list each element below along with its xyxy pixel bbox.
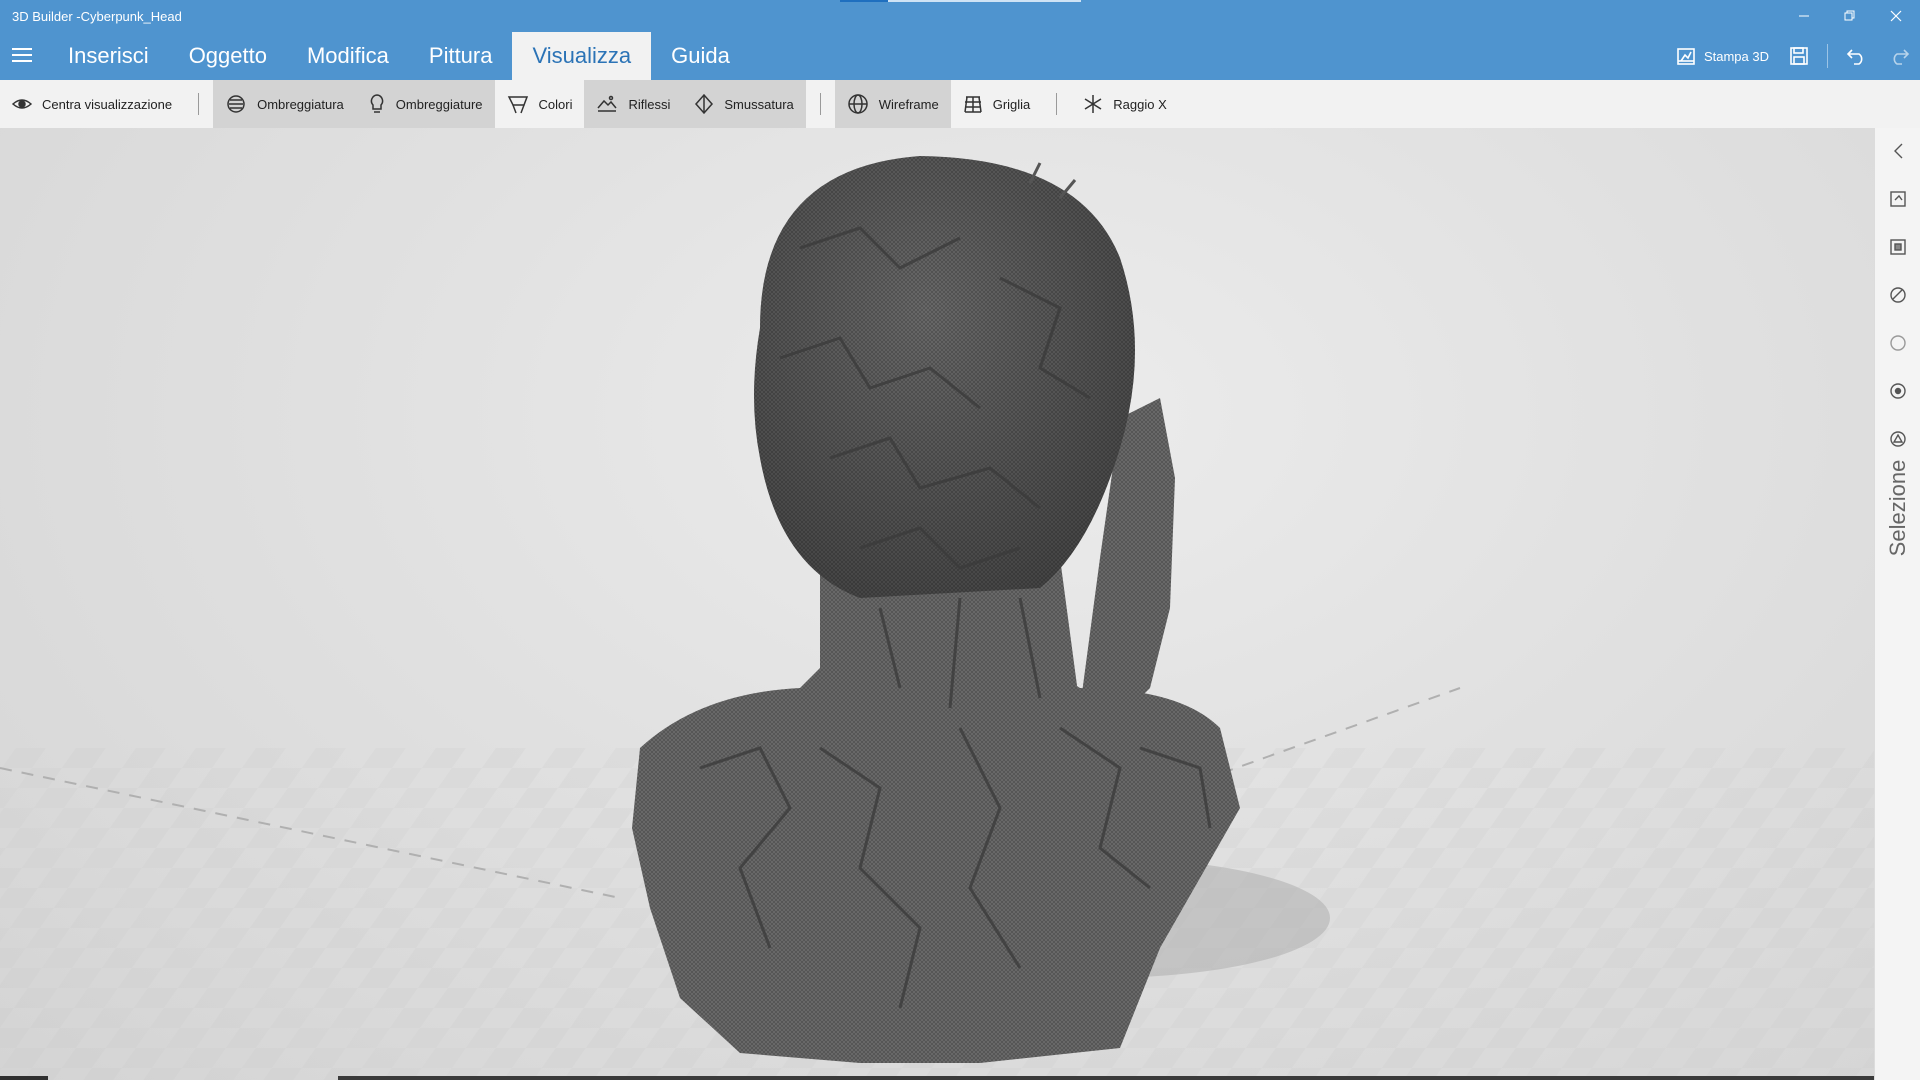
3d-viewport[interactable] <box>0 128 1874 1080</box>
restore-button[interactable] <box>1832 4 1868 28</box>
selection-panel: Selezione <box>1874 128 1920 1080</box>
shading-toggle[interactable]: Ombreggiatura <box>213 80 356 128</box>
selection-label: Selezione <box>1885 459 1910 557</box>
select-mesh-icon[interactable] <box>1887 380 1909 402</box>
undo-icon <box>1846 49 1863 65</box>
print-3d-label: Stampa 3D <box>1703 48 1769 64</box>
paint-bucket-icon <box>507 96 528 114</box>
window-title: 3D Builder -Cyberpunk_Head <box>12 9 182 24</box>
grid-label: Griglia <box>992 96 1031 112</box>
toolbar-divider <box>1056 93 1058 115</box>
reflections-toggle[interactable]: Riflessi <box>584 80 683 128</box>
reflections-icon <box>597 95 618 112</box>
tab-pittura[interactable]: Pittura <box>409 32 513 80</box>
save-button[interactable] <box>1779 32 1819 80</box>
tab-visualizza[interactable]: Visualizza <box>512 32 652 80</box>
toolbar-divider <box>1827 44 1828 68</box>
loading-indicator-track <box>888 0 1081 2</box>
center-view-label: Centra visualizzazione <box>42 96 173 112</box>
lightbulb-icon <box>370 94 384 113</box>
shading-icon <box>227 95 245 113</box>
ribbon-tabs: Inserisci Oggetto Modifica Pittura Visua… <box>48 32 750 80</box>
print-3d-icon <box>1677 48 1695 65</box>
globe-icon <box>848 94 868 114</box>
grid-icon <box>963 96 982 113</box>
smoothing-toggle[interactable]: Smussatura <box>682 80 806 128</box>
eye-icon <box>12 99 32 109</box>
smoothing-icon <box>695 93 714 115</box>
reflections-label: Riflessi <box>628 96 671 112</box>
select-edge-icon[interactable] <box>1887 284 1909 306</box>
redo-button[interactable] <box>1878 32 1920 80</box>
wireframe-toggle[interactable]: Wireframe <box>834 80 951 128</box>
loading-indicator <box>840 0 888 2</box>
smoothing-label: Smussatura <box>724 96 794 112</box>
select-triangle-icon[interactable] <box>1887 428 1909 450</box>
tab-inserisci[interactable]: Inserisci <box>48 32 169 80</box>
select-vertex-icon[interactable] <box>1887 332 1909 354</box>
print-3d-button[interactable]: Stampa 3D <box>1666 32 1779 80</box>
save-icon <box>1790 47 1808 65</box>
toolbar-divider <box>198 93 200 115</box>
colors-label: Colori <box>538 96 573 112</box>
wireframe-label: Wireframe <box>878 96 939 112</box>
hamburger-menu-icon[interactable] <box>12 48 32 64</box>
xray-label: Raggio X <box>1113 96 1167 112</box>
scene <box>0 156 1874 1080</box>
shading-label: Ombreggiatura <box>257 96 344 112</box>
view-toolbar: Centra visualizzazione Ombreggiatura Omb… <box>0 80 1920 128</box>
redo-icon <box>1893 49 1910 65</box>
bottom-edge <box>0 1076 1874 1080</box>
undo-button[interactable] <box>1836 32 1878 80</box>
minimize-button[interactable] <box>1786 4 1822 28</box>
xray-toggle[interactable]: Raggio X <box>1071 80 1178 128</box>
select-object-icon[interactable] <box>1887 188 1909 210</box>
tab-modifica[interactable]: Modifica <box>287 32 409 80</box>
chevron-left-icon[interactable] <box>1887 140 1909 162</box>
asterisk-icon <box>1084 95 1102 113</box>
tab-guida[interactable]: Guida <box>651 32 750 80</box>
colors-toggle[interactable]: Colori <box>495 80 585 128</box>
center-view-button[interactable]: Centra visualizzazione <box>0 80 184 128</box>
select-face-icon[interactable] <box>1887 236 1909 258</box>
shadows-toggle[interactable]: Ombreggiature <box>355 80 495 128</box>
grid-toggle[interactable]: Griglia <box>951 80 1043 128</box>
shadows-label: Ombreggiature <box>395 96 483 112</box>
ribbon-actions: Stampa 3D <box>1666 32 1920 80</box>
toolbar-divider <box>819 93 821 115</box>
title-bar: 3D Builder -Cyberpunk_Head Inserisci Ogg… <box>0 0 1920 80</box>
bust-model <box>632 156 1240 1063</box>
close-button[interactable] <box>1878 4 1914 28</box>
tab-oggetto[interactable]: Oggetto <box>169 32 287 80</box>
